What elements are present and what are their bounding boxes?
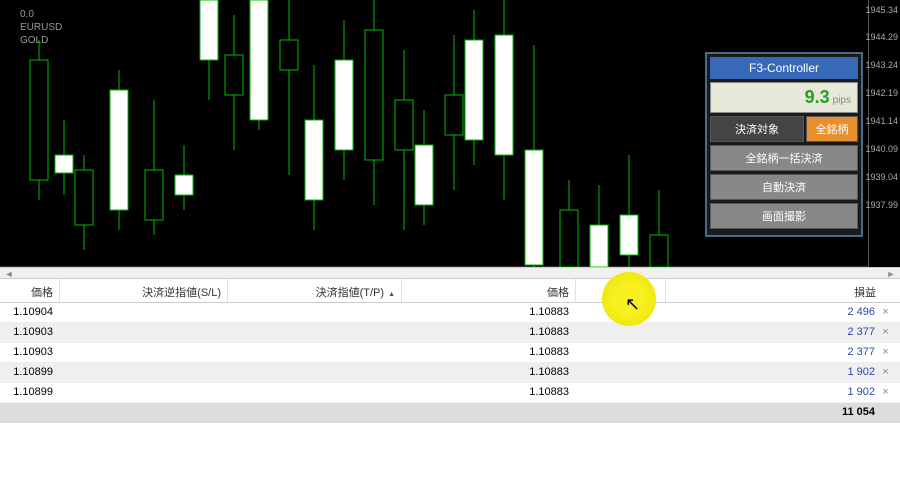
cell-pl: 2 377 — [666, 343, 882, 362]
cell-price2: 1.10883 — [402, 343, 576, 362]
total-row: 11 054 — [0, 403, 900, 423]
cell-blank — [576, 363, 666, 382]
price-axis: 1945.34 1944.29 1943.24 1942.19 1941.14 1940.… — [868, 0, 900, 267]
header-sl[interactable]: 決済逆指値(S/L) — [60, 279, 228, 302]
cell-price2: 1.10883 — [402, 323, 576, 342]
chart-area[interactable]: 0.0 EURUSD GOLD 1945.341944.291943.24194… — [0, 0, 900, 267]
header-tp[interactable]: 決済指値(T/P) — [228, 279, 402, 302]
close-position-button[interactable]: × — [882, 363, 896, 382]
total-pl: 11 054 — [666, 403, 882, 423]
price-tick: 1945.34 — [865, 5, 898, 15]
cell-price1: 1.10903 — [0, 343, 60, 362]
table-row[interactable]: 1.10903 1.10883 2 377× — [0, 343, 900, 363]
price-tick: 1939.04 — [865, 172, 898, 182]
bulk-settle-button[interactable]: 全銘柄一括決済 — [710, 145, 858, 171]
price-tick: 1944.29 — [865, 32, 898, 42]
controller-title[interactable]: F3-Controller — [710, 57, 858, 79]
header-pl[interactable]: 損益 — [666, 279, 882, 302]
cell-pl: 2 377 — [666, 323, 882, 342]
table-row[interactable]: 1.10903 1.10883 2 377× — [0, 323, 900, 343]
pips-value: 9.3 — [805, 87, 830, 107]
symbol-value: 0.0 — [20, 8, 62, 21]
cell-price2: 1.10883 — [402, 383, 576, 402]
all-symbols-button[interactable]: 全銘柄 — [806, 116, 858, 142]
screenshot-button[interactable]: 画面撮影 — [710, 203, 858, 229]
positions-table-header: 価格 決済逆指値(S/L) 決済指値(T/P) 価格 損益 — [0, 279, 900, 303]
cell-pl: 1 902 — [666, 383, 882, 402]
price-tick: 1943.24 — [865, 60, 898, 70]
price-tick: 1941.14 — [865, 116, 898, 126]
scroll-right-icon[interactable]: ► — [884, 269, 898, 279]
cell-tp — [228, 383, 402, 402]
horizontal-scrollbar[interactable]: ◄ ► — [0, 267, 900, 279]
cell-price2: 1.10883 — [402, 363, 576, 382]
close-position-button[interactable]: × — [882, 323, 896, 342]
symbol-gold: GOLD — [20, 34, 62, 47]
symbol-eurusd: EURUSD — [20, 21, 62, 34]
cell-blank — [576, 323, 666, 342]
close-position-button[interactable]: × — [882, 343, 896, 362]
cell-sl — [60, 343, 228, 362]
cell-sl — [60, 363, 228, 382]
cell-price1: 1.10899 — [0, 363, 60, 382]
auto-settle-button[interactable]: 自動決済 — [710, 174, 858, 200]
header-price2[interactable]: 価格 — [402, 279, 576, 302]
cell-tp — [228, 363, 402, 382]
pips-unit: pips — [833, 95, 851, 106]
table-row[interactable]: 1.10899 1.10883 1 902× — [0, 363, 900, 383]
cell-price1: 1.10904 — [0, 303, 60, 322]
cell-price2: 1.10883 — [402, 303, 576, 322]
cell-sl — [60, 303, 228, 322]
positions-table-body: 1.109041.108832 496×1.109031.108832 377×… — [0, 303, 900, 403]
cell-tp — [228, 303, 402, 322]
cell-pl: 2 496 — [666, 303, 882, 322]
close-position-button[interactable]: × — [882, 303, 896, 322]
cell-tp — [228, 343, 402, 362]
settle-target-button[interactable]: 決済対象 — [710, 116, 804, 142]
header-blank[interactable] — [576, 279, 666, 302]
cell-price1: 1.10899 — [0, 383, 60, 402]
price-tick: 1940.09 — [865, 144, 898, 154]
controller-panel: F3-Controller 9.3pips 決済対象 全銘柄 全銘柄一括決済 自… — [705, 52, 863, 237]
cell-blank — [576, 303, 666, 322]
symbol-list: 0.0 EURUSD GOLD — [20, 8, 62, 47]
price-tick: 1937.99 — [865, 200, 898, 210]
cell-blank — [576, 383, 666, 402]
cell-pl: 1 902 — [666, 363, 882, 382]
close-position-button[interactable]: × — [882, 383, 896, 402]
cell-price1: 1.10903 — [0, 323, 60, 342]
table-row[interactable]: 1.10904 1.10883 2 496× — [0, 303, 900, 323]
cell-tp — [228, 323, 402, 342]
pips-display: 9.3pips — [710, 82, 858, 113]
header-price1[interactable]: 価格 — [0, 279, 60, 302]
cell-sl — [60, 383, 228, 402]
scroll-left-icon[interactable]: ◄ — [2, 269, 16, 279]
cell-sl — [60, 323, 228, 342]
cell-blank — [576, 343, 666, 362]
price-tick: 1942.19 — [865, 88, 898, 98]
table-row[interactable]: 1.10899 1.10883 1 902× — [0, 383, 900, 403]
